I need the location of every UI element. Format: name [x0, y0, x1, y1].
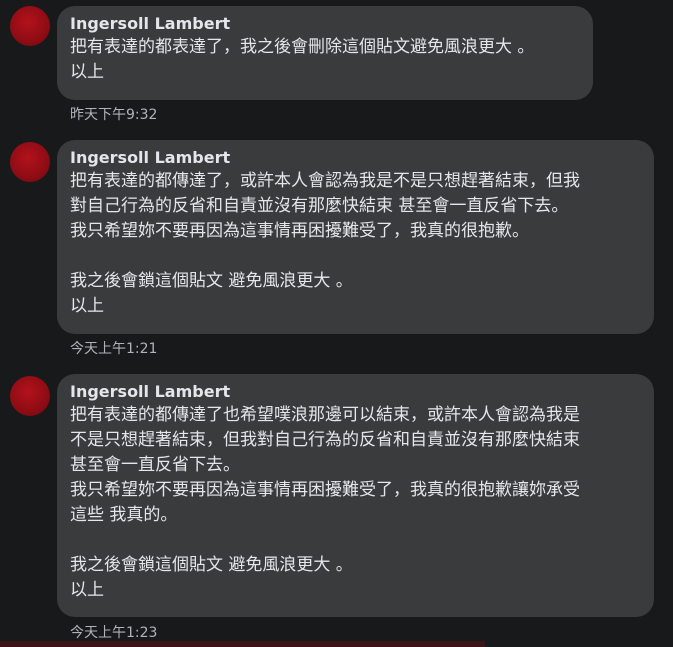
comment-text-line: 我只希望妳不要再因為這事情再困擾難受了，我真的很抱歉。: [70, 221, 529, 241]
comment-bubble: Ingersoll Lambert 把有表達的都表達了，我之後會刪除這個貼文避免…: [57, 6, 593, 100]
comment-timestamp[interactable]: 昨天下午9:32: [70, 106, 157, 124]
comment-author[interactable]: Ingersoll Lambert: [70, 382, 642, 403]
comment-text-line: 以上: [70, 296, 104, 316]
comment-text-line: [70, 244, 642, 269]
comment-timestamp[interactable]: 今天上午1:23: [70, 624, 157, 642]
comment-text-line: 我只希望妳不要再因為這事情再困擾難受了，我真的很抱歉讓妳承受: [70, 480, 580, 500]
bottom-edge-bar: [0, 641, 485, 647]
comment-text-line: 把有表達的都表達了，我之後會刪除這個貼文避免風浪更大 。: [70, 37, 535, 57]
comment-text-line: 把有表達的都傳達了也希望噗浪那邊可以結束，或許本人會認為我是: [70, 405, 580, 425]
comment-bubble: Ingersoll Lambert 把有表達的都傳達了也希望噗浪那邊可以結束，或…: [57, 374, 654, 617]
comment-author[interactable]: Ingersoll Lambert: [70, 14, 581, 35]
comment-author[interactable]: Ingersoll Lambert: [70, 148, 642, 169]
comment-text-line: 以上: [70, 62, 104, 82]
comment-text-line: 對自己行為的反省和自責並沒有那麼快結束 甚至會一直反省下去。: [70, 196, 569, 216]
avatar[interactable]: [10, 6, 50, 46]
comment-text-line: 這些 我真的。: [70, 505, 178, 525]
comment-text-line: 以上: [70, 580, 104, 600]
avatar[interactable]: [10, 142, 50, 182]
comment-timestamp[interactable]: 今天上午1:21: [70, 340, 157, 358]
comment-text-line: 甚至會一直反省下去。: [70, 455, 240, 475]
comment-bubble: Ingersoll Lambert 把有表達的都傳達了，或許本人會認為我是不是只…: [57, 140, 654, 334]
comment: Ingersoll Lambert 把有表達的都傳達了也希望噗浪那邊可以結束，或…: [0, 374, 673, 647]
comment-text-line: 不是只想趕著結束，但我對自己行為的反省和自責並沒有那麼快結束: [70, 430, 580, 450]
comment: Ingersoll Lambert 把有表達的都傳達了，或許本人會認為我是不是只…: [0, 140, 673, 365]
comment: Ingersoll Lambert 把有表達的都表達了，我之後會刪除這個貼文避免…: [0, 6, 673, 136]
avatar[interactable]: [10, 376, 50, 416]
comment-text-line: 我之後會鎖這個貼文 避免風浪更大 。: [70, 555, 353, 575]
comment-thread: Ingersoll Lambert 把有表達的都表達了，我之後會刪除這個貼文避免…: [0, 0, 673, 647]
comment-text-line: 把有表達的都傳達了，或許本人會認為我是不是只想趕著結束，但我: [70, 171, 580, 191]
comment-text-line: 我之後會鎖這個貼文 避免風浪更大 。: [70, 271, 353, 291]
comment-text-line: [70, 528, 642, 553]
